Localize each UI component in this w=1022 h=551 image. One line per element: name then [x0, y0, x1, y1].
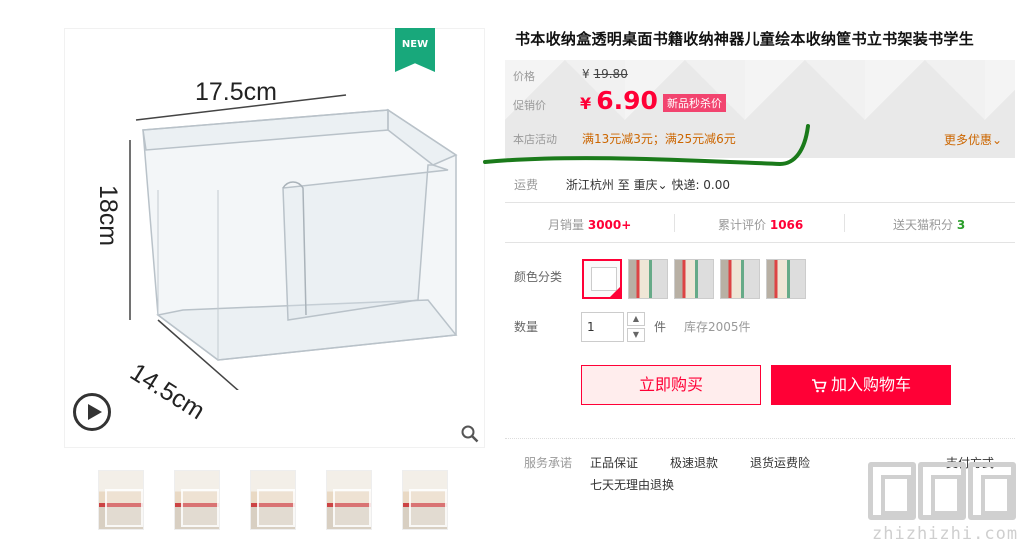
annotation-curve	[483, 124, 810, 167]
quantity-increment-icon[interactable]: ▲	[627, 312, 645, 326]
play-video-icon[interactable]	[73, 393, 111, 431]
divider	[505, 202, 1015, 203]
thumbnail-2[interactable]	[174, 470, 220, 530]
promo-tag-badge: 新品秒杀价	[663, 94, 726, 112]
original-price-value: 19.80	[593, 67, 628, 81]
monthly-sales-value: 3000+	[587, 218, 632, 232]
quantity-input[interactable]	[581, 312, 624, 342]
service-item[interactable]: 退货运费险	[750, 454, 810, 471]
shipping-to-prefix: 至	[617, 178, 630, 192]
color-swatch-5[interactable]	[766, 259, 806, 299]
service-item[interactable]: 极速退款	[670, 454, 718, 471]
thumbnail-strip	[98, 470, 448, 530]
color-option-label: 颜色分类	[514, 270, 563, 284]
review-count[interactable]: 累计评价 1066	[718, 216, 803, 233]
quantity-unit: 件	[654, 320, 667, 334]
tmall-points-label: 送天猫积分	[893, 218, 954, 232]
color-swatch-2[interactable]	[628, 259, 668, 299]
watermark-glyph	[868, 462, 916, 520]
divider	[505, 438, 1015, 439]
more-deals-link[interactable]: 更多优惠⌄	[944, 131, 1002, 148]
promo-price-currency: ¥	[580, 94, 592, 113]
storage-box-illustration	[129, 94, 458, 390]
thumbnail-3[interactable]	[250, 470, 296, 530]
tmall-points-value: 3	[956, 218, 966, 232]
original-price-currency: ¥	[582, 67, 590, 81]
divider	[674, 214, 675, 232]
monthly-sales-label: 月销量	[548, 218, 585, 232]
zoom-icon[interactable]	[461, 425, 479, 443]
shipping-from: 浙江杭州	[565, 178, 614, 192]
stock-count: 库存2005件	[684, 320, 751, 334]
shipping-row: 运费 浙江杭州 至 重庆⌄ 快递: 0.00	[514, 176, 730, 193]
original-price: ¥ 19.80	[582, 67, 628, 81]
shipping-to: 重庆	[633, 178, 658, 192]
buy-now-button[interactable]: 立即购买	[581, 365, 761, 405]
color-swatch-4[interactable]	[720, 259, 760, 299]
watermark-text: zhizhizhi.com	[872, 524, 1019, 544]
color-swatch-3[interactable]	[674, 259, 714, 299]
watermark-glyph	[968, 462, 1016, 520]
shipping-label: 运费	[514, 178, 539, 192]
shipping-destination-select[interactable]: 重庆⌄	[634, 178, 668, 192]
thumbnail-5[interactable]	[402, 470, 448, 530]
thumbnail-4[interactable]	[326, 470, 372, 530]
shipping-express: 快递: 0.00	[671, 178, 731, 192]
quantity-label: 数量	[514, 320, 539, 334]
add-to-cart-button[interactable]: 加入购物车	[771, 365, 951, 405]
color-swatches	[582, 259, 806, 299]
review-count-value: 1066	[769, 218, 804, 232]
more-deals-label: 更多优惠	[944, 133, 993, 147]
monthly-sales: 月销量 3000+	[548, 216, 631, 233]
chevron-down-icon: ⌄	[657, 178, 668, 192]
service-item[interactable]: 正品保证	[590, 454, 638, 471]
watermark-logo	[868, 462, 1016, 520]
color-swatch-1[interactable]	[582, 259, 622, 299]
promo-price-value: 6.90	[596, 86, 658, 115]
original-price-label: 价格	[513, 70, 535, 83]
review-count-label: 累计评价	[718, 218, 767, 232]
width-dimension-label: 17.5cm	[195, 78, 277, 106]
tmall-points: 送天猫积分 3	[893, 216, 965, 233]
thumbnail-1[interactable]	[98, 470, 144, 530]
divider	[844, 214, 845, 232]
quantity-decrement-icon[interactable]: ▼	[627, 328, 645, 342]
height-dimension-label: 18cm	[94, 185, 122, 247]
service-label: 服务承诺	[524, 456, 573, 470]
promo-price: ¥ 6.90	[580, 86, 658, 115]
add-to-cart-label: 加入购物车	[830, 375, 911, 394]
cart-icon	[811, 378, 827, 392]
divider	[505, 242, 1015, 243]
watermark-glyph	[918, 462, 966, 520]
service-item[interactable]: 七天无理由退换	[590, 476, 674, 493]
promo-price-label: 促销价	[513, 99, 546, 112]
chevron-down-icon: ⌄	[992, 133, 1003, 147]
product-title: 书本收纳盒透明桌面书籍收纳神器儿童绘本收纳筐书立书架装书学生	[515, 30, 975, 48]
